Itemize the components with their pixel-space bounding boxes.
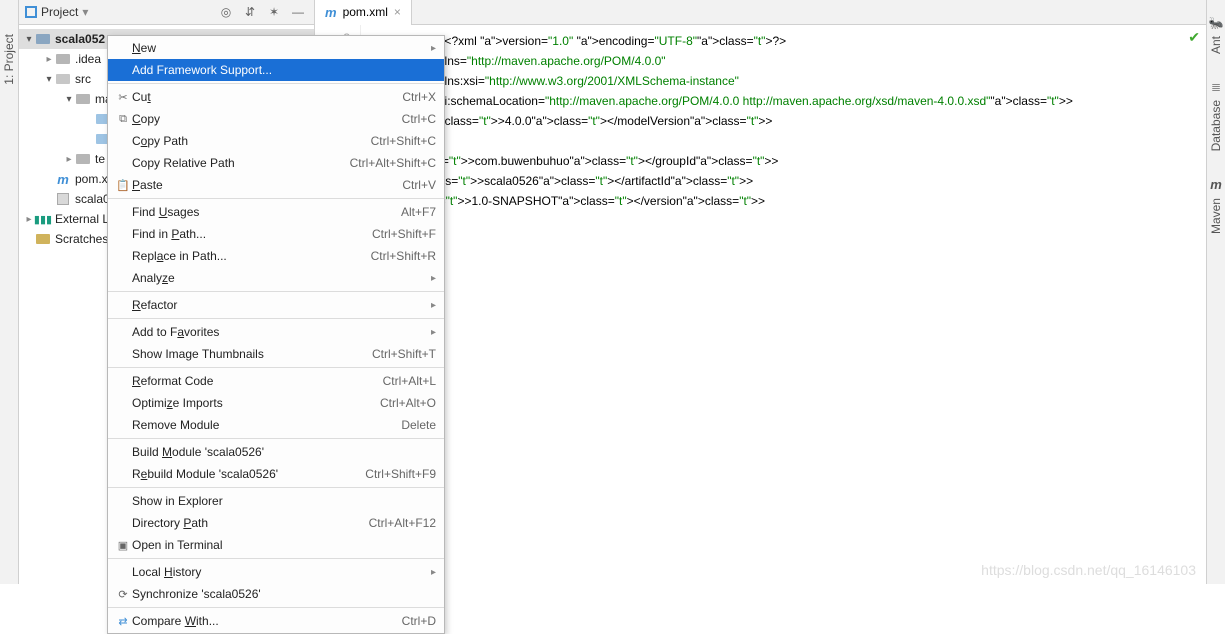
menu-separator (108, 291, 444, 292)
database-tab[interactable]: ≣Database (1209, 74, 1223, 151)
menu-find-in-path[interactable]: Find in Path...Ctrl+Shift+F (108, 223, 444, 245)
sync-icon: ⟳ (114, 588, 132, 601)
terminal-icon: ▣ (114, 539, 132, 552)
tab-label: pom.xml (343, 5, 388, 19)
menu-optimize-imports[interactable]: Optimize ImportsCtrl+Alt+O (108, 392, 444, 414)
menu-refactor[interactable]: Refactor▸ (108, 294, 444, 316)
menu-add-framework[interactable]: Add Framework Support... (108, 59, 444, 81)
menu-separator (108, 83, 444, 84)
check-icon: ✔ (1188, 29, 1200, 46)
editor-tabs: m pom.xml × (315, 0, 1206, 25)
menu-rebuild-module[interactable]: Rebuild Module 'scala0526'Ctrl+Shift+F9 (108, 463, 444, 485)
dropdown-icon[interactable]: ▾ (82, 5, 88, 19)
menu-show-explorer[interactable]: Show in Explorer (108, 490, 444, 512)
maven-file-icon: m (55, 171, 71, 187)
code-editor[interactable]: ✔ 3 "a">class="t"><?xml "a">version="1.0… (315, 25, 1206, 584)
menu-open-terminal[interactable]: ▣Open in Terminal (108, 534, 444, 556)
menu-separator (108, 367, 444, 368)
menu-separator (108, 607, 444, 608)
right-dock[interactable]: 🐜Ant ≣Database mMaven (1206, 0, 1225, 584)
maven-file-icon: m (325, 5, 337, 20)
project-icon (25, 6, 37, 18)
collapse-icon[interactable]: ⇵ (240, 2, 260, 22)
gear-icon[interactable]: ✶ (264, 2, 284, 22)
menu-show-image[interactable]: Show Image ThumbnailsCtrl+Shift+T (108, 343, 444, 365)
menu-cut[interactable]: ✂CutCtrl+X (108, 86, 444, 108)
project-panel-header: Project ▾ ◎ ⇵ ✶ — (19, 0, 314, 25)
menu-separator (108, 558, 444, 559)
ant-tab[interactable]: 🐜Ant (1209, 10, 1224, 54)
locate-icon[interactable]: ◎ (216, 2, 236, 22)
maven-tab[interactable]: mMaven (1209, 171, 1223, 234)
menu-add-favorites[interactable]: Add to Favorites▸ (108, 321, 444, 343)
cut-icon: ✂ (114, 91, 132, 104)
paste-icon: 📋 (114, 179, 132, 192)
tab-pom[interactable]: m pom.xml × (315, 0, 412, 25)
menu-separator (108, 318, 444, 319)
menu-analyze[interactable]: Analyze▸ (108, 267, 444, 289)
menu-copy-relative[interactable]: Copy Relative PathCtrl+Alt+Shift+C (108, 152, 444, 174)
menu-synchronize[interactable]: ⟳Synchronize 'scala0526' (108, 583, 444, 605)
menu-copy[interactable]: ⧉CopyCtrl+C (108, 108, 444, 130)
menu-find-usages[interactable]: Find UsagesAlt+F7 (108, 201, 444, 223)
menu-new[interactable]: New▸ (108, 37, 444, 59)
menu-reformat[interactable]: Reformat CodeCtrl+Alt+L (108, 370, 444, 392)
menu-paste[interactable]: 📋PasteCtrl+V (108, 174, 444, 196)
panel-title: Project (41, 5, 78, 19)
left-dock[interactable]: 1: Project (0, 0, 19, 584)
copy-icon: ⧉ (114, 113, 132, 126)
menu-remove-module[interactable]: Remove ModuleDelete (108, 414, 444, 436)
menu-separator (108, 438, 444, 439)
menu-local-history[interactable]: Local History▸ (108, 561, 444, 583)
menu-separator (108, 487, 444, 488)
library-icon: ▮▮▮ (35, 211, 51, 227)
hide-icon[interactable]: — (288, 2, 308, 22)
close-icon[interactable]: × (394, 5, 401, 19)
menu-compare[interactable]: ⇄Compare With...Ctrl+D (108, 610, 444, 632)
menu-build-module[interactable]: Build Module 'scala0526' (108, 441, 444, 463)
project-tool-tab[interactable]: 1: Project (2, 34, 16, 85)
context-menu: New▸ Add Framework Support... ✂CutCtrl+X… (107, 35, 445, 634)
menu-copy-path[interactable]: Copy PathCtrl+Shift+C (108, 130, 444, 152)
menu-directory-path[interactable]: Directory PathCtrl+Alt+F12 (108, 512, 444, 534)
watermark: https://blog.csdn.net/qq_16146103 (981, 562, 1196, 578)
menu-separator (108, 198, 444, 199)
menu-replace-in-path[interactable]: Replace in Path...Ctrl+Shift+R (108, 245, 444, 267)
compare-icon: ⇄ (114, 615, 132, 628)
code-lines[interactable]: "a">class="t"><?xml "a">version="1.0" "a… (361, 25, 1073, 584)
editor-area: m pom.xml × ✔ 3 "a">class="t"><?xml "a">… (315, 0, 1206, 584)
